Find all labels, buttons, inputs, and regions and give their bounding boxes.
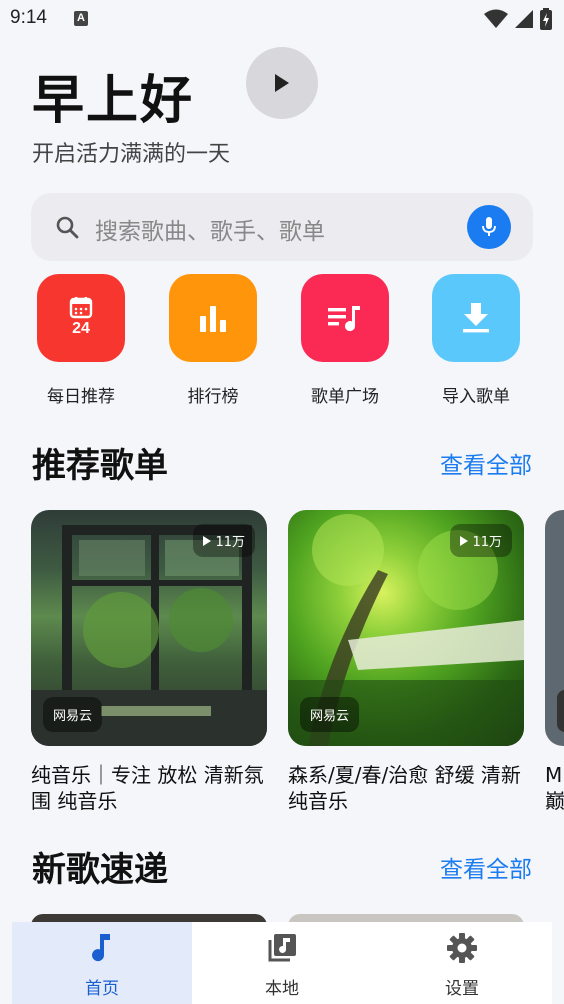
nav-label: 本地	[265, 979, 299, 999]
notification-icon: A	[74, 11, 88, 26]
playlist-cover	[545, 510, 564, 746]
play-count: 11万	[215, 535, 245, 550]
wifi-icon	[484, 9, 508, 28]
nav-tab-local[interactable]: 本地	[192, 922, 372, 1004]
source-tag: 网易云	[43, 697, 103, 732]
playlist-cover: 11万 网易云	[288, 510, 524, 746]
quick-action-label: 每日推荐	[47, 387, 115, 407]
playlist-card[interactable]: M 巅	[545, 510, 564, 810]
search-input[interactable]: 搜索歌曲、歌手、歌单	[95, 212, 325, 246]
battery-icon	[540, 8, 552, 30]
greeting-title: 早上好	[32, 71, 195, 131]
mic-icon	[482, 217, 496, 236]
playlist-title: M 巅	[545, 763, 564, 810]
signal-icon	[515, 10, 533, 28]
play-icon	[203, 535, 212, 546]
quick-action-charts[interactable]: 排行榜	[158, 274, 268, 407]
quick-action-playlists[interactable]: 歌单广场	[290, 274, 400, 407]
quick-action-daily[interactable]: 24 每日推荐	[26, 274, 136, 407]
quick-action-label: 导入歌单	[442, 387, 510, 407]
nav-label: 首页	[85, 979, 119, 999]
calendar-icon: 24	[37, 274, 125, 362]
download-icon	[432, 274, 520, 362]
status-indicators	[484, 8, 552, 30]
section-title-new-songs: 新歌速递	[32, 850, 168, 890]
see-all-new-songs-link[interactable]: 查看全部	[440, 850, 532, 884]
playlist-title: 森系/夏/春/治愈 舒缓 清新 纯音乐	[288, 763, 521, 813]
playlist-card[interactable]: 11万 网易云 纯音乐｜专注 放松 清新氛围 纯音乐	[31, 510, 267, 814]
calendar-day: 24	[72, 320, 90, 337]
quick-action-label: 歌单广场	[311, 387, 379, 407]
play-count-badge: 11万	[450, 524, 512, 557]
status-time: 9:14	[10, 7, 47, 28]
gear-icon	[447, 933, 477, 963]
search-icon	[56, 216, 79, 239]
play-count: 11万	[472, 535, 502, 550]
quick-action-label: 排行榜	[187, 387, 239, 407]
playlist-card[interactable]: 11万 网易云 森系/夏/春/治愈 舒缓 清新 纯音乐	[288, 510, 524, 814]
search-bar[interactable]: 搜索歌曲、歌手、歌单	[31, 193, 533, 261]
see-all-recommended-link[interactable]: 查看全部	[440, 446, 532, 480]
nav-tab-settings[interactable]: 设置	[372, 922, 552, 1004]
source-tag: 网易云	[300, 697, 360, 732]
playlist-cover: 11万 网易云	[31, 510, 267, 746]
playlist-icon	[301, 274, 389, 362]
status-bar: 9:14 A	[0, 0, 564, 40]
play-button[interactable]	[246, 47, 318, 119]
voice-search-button[interactable]	[467, 205, 511, 249]
quick-action-import[interactable]: 导入歌单	[421, 274, 531, 407]
bar-chart-icon	[169, 274, 257, 362]
nav-tab-home[interactable]: 首页	[12, 922, 192, 1004]
play-count-badge: 11万	[193, 524, 255, 557]
nav-label: 设置	[445, 979, 479, 999]
section-title-recommended: 推荐歌单	[32, 446, 168, 486]
bottom-navigation: 首页 本地 设置	[12, 922, 552, 1004]
greeting-subtitle: 开启活力满满的一天	[32, 142, 231, 167]
play-icon	[460, 535, 469, 546]
playlist-title: 纯音乐｜专注 放松 清新氛围 纯音乐	[31, 763, 264, 813]
music-note-icon	[92, 934, 110, 962]
play-icon	[275, 74, 289, 92]
local-library-icon	[268, 934, 296, 962]
